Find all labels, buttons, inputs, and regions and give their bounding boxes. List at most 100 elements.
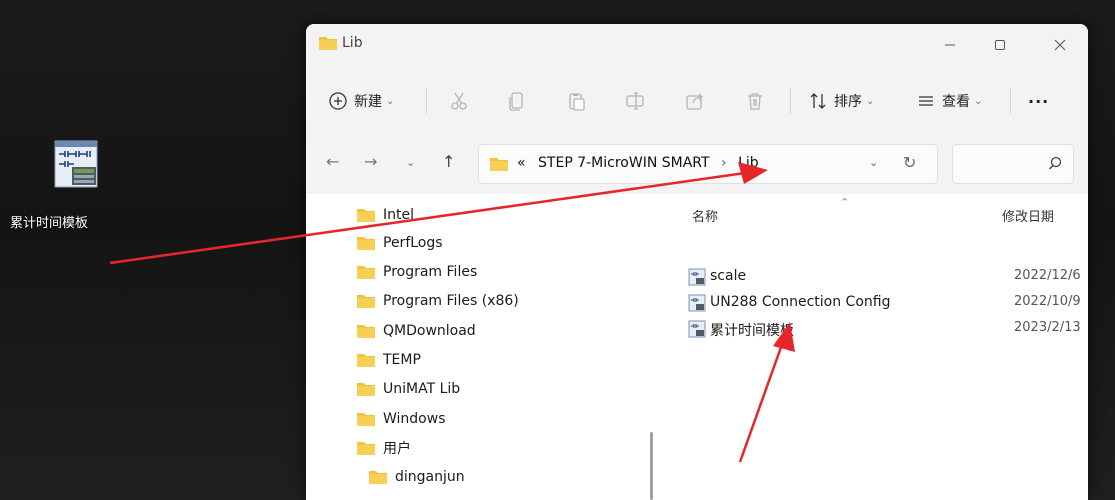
paste-icon [569, 93, 585, 111]
nav-item-users[interactable]: 用户 [356, 435, 411, 461]
toolbar-divider [426, 88, 427, 114]
list-view-icon [919, 96, 933, 106]
minimize-icon [945, 44, 955, 46]
more-options-button[interactable]: ··· [1028, 86, 1049, 116]
nav-item-intel[interactable]: Intel [356, 202, 414, 228]
folder-icon [357, 209, 375, 222]
nav-item-qmdownload[interactable]: QMDownload [356, 318, 476, 344]
forward-arrow-icon[interactable]: → [364, 152, 377, 171]
desktop-icon-label: 累计时间模板 [10, 216, 89, 231]
ladder-library-icon [54, 140, 98, 188]
nav-item-perflogs[interactable]: PerfLogs [356, 230, 443, 256]
column-header-name[interactable]: 名称 [692, 206, 718, 225]
search-input[interactable] [952, 144, 1074, 184]
nav-item-label: UniMAT Lib [383, 381, 461, 397]
close-button[interactable] [1040, 30, 1080, 60]
address-row: ← → ⌄ ↑ « STEP 7-MicroWIN SMART › Lib ⌄ … [306, 132, 1088, 194]
window-title: Lib [342, 35, 363, 51]
sort-ascending-icon: ⌃ [840, 196, 850, 209]
back-arrow-icon[interactable]: ← [326, 152, 339, 171]
file-date: 2022/10/9 [1014, 294, 1081, 309]
plus-circle-icon [329, 92, 347, 110]
chevron-down-icon: ⌄ [386, 95, 395, 107]
sort-icon [810, 93, 826, 109]
rename-icon [626, 92, 644, 110]
folder-icon [490, 158, 508, 171]
file-explorer-window: Lib 新建 ⌄ 排序 ⌄ 查看 ⌄ ··· ← → ⌄ ↑ « STEP 7-… [306, 24, 1088, 500]
maximize-button[interactable] [980, 30, 1020, 60]
share-button[interactable] [684, 86, 706, 116]
breadcrumb: « STEP 7-MicroWIN SMART › Lib [517, 155, 759, 171]
toolbar-divider [790, 88, 791, 114]
nav-item-label: TEMP [383, 352, 421, 368]
cut-button[interactable] [448, 86, 470, 116]
nav-item-label: Program Files [383, 264, 478, 280]
file-row[interactable]: scale 2022/12/6 [688, 264, 1088, 290]
search-icon [1049, 156, 1062, 170]
address-dropdown-icon[interactable]: ⌄ [869, 156, 878, 169]
up-arrow-icon[interactable]: ↑ [442, 152, 455, 171]
nav-item-unimat-lib[interactable]: UniMAT Lib [356, 376, 460, 402]
trash-icon [748, 93, 762, 110]
close-icon [1054, 39, 1066, 51]
recent-locations-chevron-icon[interactable]: ⌄ [406, 156, 415, 169]
column-header-date-modified[interactable]: 修改日期 [1002, 206, 1054, 225]
file-row[interactable]: 累计时间模板 2023/2/13 [688, 316, 1088, 342]
folder-icon [357, 413, 375, 426]
nav-item-label: QMDownload [383, 323, 476, 339]
breadcrumb-overflow[interactable]: « [517, 155, 526, 171]
file-row[interactable]: UN288 Connection Config 2022/10/9 [688, 290, 1088, 316]
address-bar[interactable]: « STEP 7-MicroWIN SMART › Lib ⌄ ↻ [478, 144, 938, 184]
nav-item-program-files-x86[interactable]: Program Files (x86) [356, 288, 519, 314]
copy-button[interactable] [506, 86, 528, 116]
nav-item-label: PerfLogs [383, 235, 443, 251]
share-icon [686, 93, 703, 110]
new-button-label: 新建 [354, 94, 382, 110]
folder-icon [357, 354, 375, 367]
paste-button[interactable] [566, 86, 588, 116]
nav-item-windows[interactable]: Windows [356, 406, 446, 432]
breadcrumb-item[interactable]: STEP 7-MicroWIN SMART [538, 155, 710, 171]
folder-icon [357, 295, 375, 308]
nav-item-label: Program Files (x86) [383, 293, 519, 309]
folder-icon [357, 266, 375, 279]
minimize-button[interactable] [930, 30, 970, 60]
file-name: scale [710, 268, 747, 284]
nav-scrollbar[interactable] [650, 432, 653, 500]
library-file-icon [688, 320, 706, 338]
sort-button-label: 排序 [834, 94, 862, 110]
sort-button[interactable]: 排序 ⌄ [808, 86, 874, 116]
nav-item-temp[interactable]: TEMP [356, 347, 421, 373]
copy-icon [509, 92, 523, 111]
file-name: UN288 Connection Config [710, 294, 891, 310]
scissors-icon [451, 92, 467, 110]
folder-icon [357, 325, 375, 338]
folder-icon [319, 37, 337, 50]
folder-icon [357, 383, 375, 396]
nav-item-program-files[interactable]: Program Files [356, 259, 477, 285]
nav-item-label: 用户 [383, 441, 411, 457]
rename-button[interactable] [624, 86, 646, 116]
refresh-icon[interactable]: ↻ [903, 153, 916, 172]
folder-icon [369, 471, 387, 484]
folder-icon [357, 442, 375, 455]
view-button[interactable]: 查看 ⌄ [916, 86, 982, 116]
file-list: ⌃ 名称 修改日期 scale 2022/12/6 UN288 Connecti… [664, 194, 1088, 500]
chevron-right-icon: › [721, 155, 727, 171]
delete-button[interactable] [744, 86, 766, 116]
library-file-icon [688, 294, 706, 312]
desktop-file-shortcut[interactable]: 累计时间模板 [10, 140, 104, 231]
title-bar[interactable]: Lib [306, 24, 1088, 68]
library-file-icon [688, 268, 706, 286]
new-button[interactable]: 新建 ⌄ [328, 86, 394, 116]
chevron-down-icon: ⌄ [866, 95, 875, 107]
folder-icon [357, 237, 375, 250]
file-date: 2023/2/13 [1014, 320, 1081, 335]
nav-item-label: dinganjun [395, 469, 465, 485]
command-bar: 新建 ⌄ 排序 ⌄ 查看 ⌄ ··· [306, 68, 1088, 132]
navigation-pane: Intel PerfLogs Program Files Program Fil… [306, 194, 664, 500]
nav-item-dinganjun[interactable]: dinganjun [368, 464, 465, 490]
breadcrumb-item-current[interactable]: Lib [738, 155, 759, 171]
view-button-label: 查看 [942, 94, 970, 110]
chevron-down-icon: ⌄ [974, 95, 983, 107]
